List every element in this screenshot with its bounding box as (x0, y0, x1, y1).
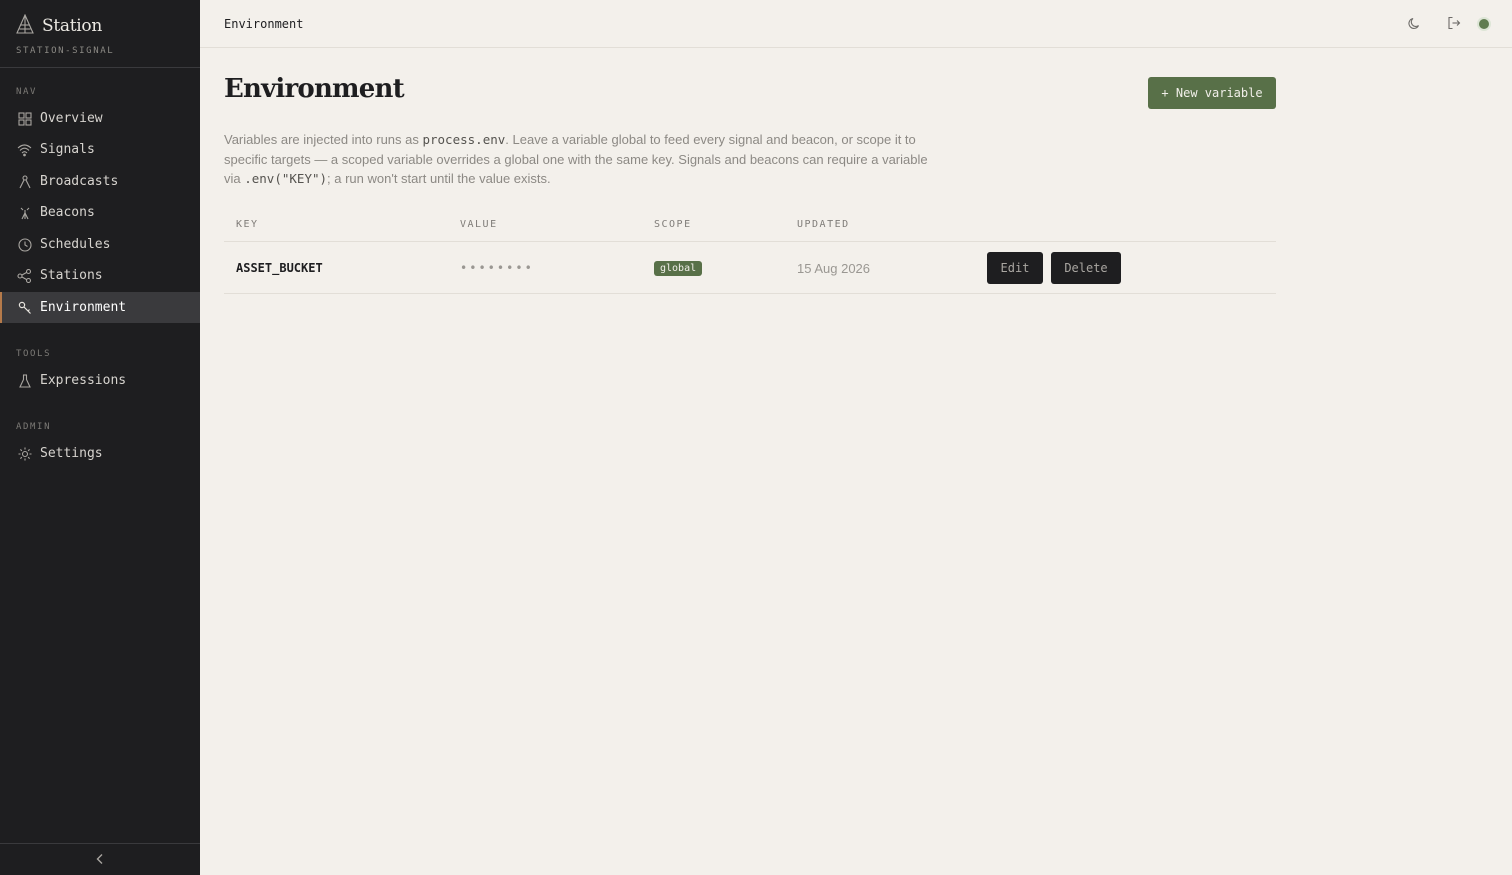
clock-icon (17, 237, 32, 252)
wifi-icon (17, 142, 32, 157)
sidebar-item-label: Environment (40, 300, 127, 315)
description-text: Variables are injected into runs as (224, 132, 423, 147)
new-variable-button[interactable]: + New variable (1148, 77, 1276, 109)
sidebar-item-stations[interactable]: Stations (0, 260, 200, 291)
description-code: process.env (422, 132, 506, 147)
sidebar: Station STATION-SIGNAL NAV Overview Sign… (0, 0, 200, 875)
key-icon (17, 300, 32, 315)
sidebar-item-label: Overview (40, 111, 103, 126)
header-scope: SCOPE (654, 219, 692, 230)
table-row: ASSET_BUCKET •••••••• global 15 Aug 2026… (224, 242, 1276, 294)
sidebar-item-label: Expressions (40, 373, 127, 388)
edit-button[interactable]: Edit (987, 252, 1043, 284)
variable-key: ASSET_BUCKET (236, 261, 323, 275)
scope-badge: global (654, 260, 703, 276)
status-indicator (1479, 19, 1489, 29)
sidebar-item-signals[interactable]: Signals (0, 134, 200, 165)
gear-icon (17, 446, 32, 461)
scope-cell: global (654, 242, 703, 294)
nav-section-label: NAV (16, 87, 38, 97)
station-logo-icon (16, 13, 34, 38)
sidebar-item-settings[interactable]: Settings (0, 438, 200, 469)
flask-icon (17, 373, 32, 388)
variable-value-masked: •••••••• (460, 261, 534, 275)
sidebar-item-schedules[interactable]: Schedules (0, 229, 200, 260)
sidebar-item-expressions[interactable]: Expressions (0, 365, 200, 396)
topbar-title: Environment (224, 16, 304, 31)
sidebar-item-beacons[interactable]: Beacons (0, 197, 200, 228)
broadcast-icon (17, 174, 32, 189)
table-header: KEY VALUE SCOPE UPDATED (224, 212, 1276, 242)
workspace-name: STATION-SIGNAL (16, 46, 115, 56)
logout-icon[interactable] (1445, 14, 1463, 32)
sidebar-item-broadcasts[interactable]: Broadcasts (0, 166, 200, 197)
sidebar-item-overview[interactable]: Overview (0, 103, 200, 134)
admin-section-label: ADMIN (16, 422, 52, 432)
sidebar-item-environment[interactable]: Environment (0, 292, 200, 323)
sidebar-item-label: Broadcasts (40, 174, 119, 189)
delete-button[interactable]: Delete (1051, 252, 1121, 284)
sidebar-item-label: Stations (40, 268, 103, 283)
description-text: ; a run won't start until the value exis… (327, 171, 551, 186)
share-icon (17, 268, 32, 283)
tools-section-label: TOOLS (16, 349, 52, 359)
brand-block: Station STATION-SIGNAL (0, 0, 200, 68)
header-updated: UPDATED (797, 219, 850, 230)
chevron-left-icon (95, 850, 105, 869)
description-code: .env("KEY") (244, 171, 328, 186)
row-actions: Edit Delete (987, 242, 1121, 294)
moon-icon[interactable] (1405, 14, 1423, 32)
page-description: Variables are injected into runs as proc… (224, 130, 934, 189)
page-title: Environment (224, 74, 405, 104)
sidebar-item-label: Beacons (40, 205, 95, 220)
header-key: KEY (236, 219, 259, 230)
grid-icon (17, 111, 32, 126)
beacon-icon (17, 205, 32, 220)
brand-name: Station (42, 16, 102, 36)
header-value: VALUE (460, 219, 498, 230)
topbar: Environment (200, 0, 1512, 48)
variables-table: KEY VALUE SCOPE UPDATED ASSET_BUCKET •••… (224, 212, 1276, 294)
collapse-sidebar-button[interactable] (0, 843, 200, 875)
sidebar-item-label: Settings (40, 446, 103, 461)
sidebar-item-label: Schedules (40, 237, 111, 252)
sidebar-item-label: Signals (40, 142, 95, 157)
updated-date: 15 Aug 2026 (797, 260, 871, 276)
